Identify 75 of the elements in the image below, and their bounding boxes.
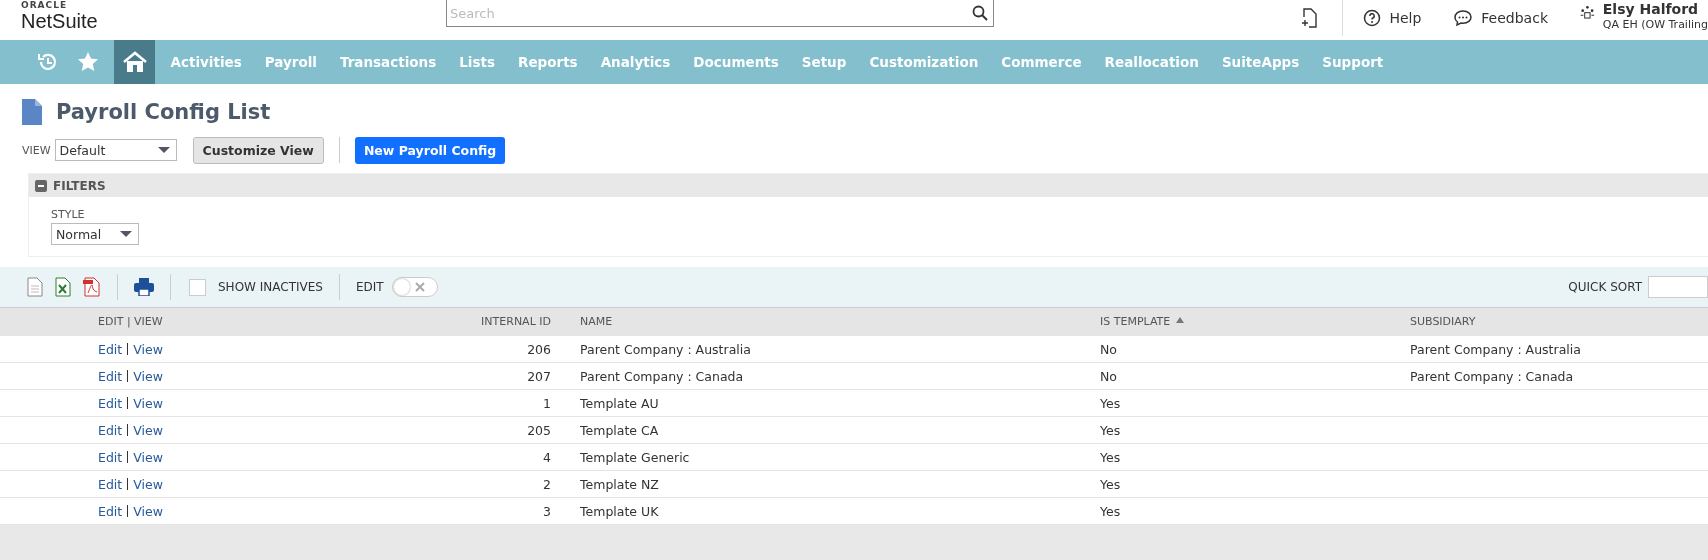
edit-link[interactable]: Edit [98, 503, 123, 519]
view-link[interactable]: View [133, 395, 163, 411]
table-cell-text: 3 [542, 503, 551, 519]
edit-link[interactable]: Edit [98, 341, 123, 357]
table-cell-text: No [1100, 368, 1118, 384]
new-record-icon[interactable] [1301, 8, 1318, 28]
table-cell-text: Template CA [580, 422, 660, 438]
new-payroll-config-button[interactable]: New Payroll Config [354, 136, 506, 164]
quick-sort-field[interactable] [1648, 276, 1708, 298]
edit-link[interactable]: Edit [98, 368, 123, 384]
print-icon[interactable] [134, 278, 154, 296]
table-cell-text: 207 [526, 368, 551, 384]
table-cell-text: Parent Company : Australia [580, 341, 752, 357]
x-icon [414, 282, 425, 292]
column-header[interactable]: EDIT | VIEW [98, 315, 196, 328]
table-cell-text: Template Generic [580, 449, 691, 465]
view-link[interactable]: View [133, 503, 163, 519]
customize-view-button[interactable]: Customize View [192, 136, 324, 164]
document-icon [22, 99, 42, 125]
table-cell-text: Template NZ [580, 476, 660, 492]
home-icon[interactable] [114, 40, 155, 84]
netsuite-logo-text: NetSuite [21, 10, 99, 32]
speech-bubble-icon [1453, 9, 1474, 27]
edit-toggle[interactable] [391, 277, 438, 297]
show-inactives-checkbox[interactable] [189, 278, 206, 296]
table-cell-text: Yes [1100, 449, 1122, 465]
collapse-icon[interactable] [35, 179, 47, 192]
table-cell-text: 4 [542, 449, 551, 465]
view-link[interactable]: View [133, 476, 163, 492]
help-icon [1363, 9, 1382, 27]
table-cell-text: 2 [542, 476, 551, 492]
view-label: VIEW [22, 143, 51, 157]
oracle-logo-text: ORACLE [21, 0, 69, 10]
table-cell-text: Template AU [580, 395, 660, 411]
quick-sort-label: QUICK SORT [1568, 280, 1642, 294]
column-header[interactable]: SUBSIDIARY [1410, 315, 1690, 328]
edit-link[interactable]: Edit [98, 395, 123, 411]
edit-toggle-label: EDIT [355, 280, 384, 294]
style-label: STYLE [51, 208, 86, 221]
page-title: Payroll Config List [56, 100, 271, 124]
table-cell-text: 1 [542, 395, 551, 411]
spreadsheet-export-icon[interactable] [55, 277, 71, 297]
table-cell-text: Parent Company : Canada [580, 368, 745, 384]
table-cell-text: Yes [1100, 503, 1122, 519]
column-header[interactable]: IS TEMPLATE [1100, 315, 1410, 328]
table-cell-text: Parent Company : Australia [1410, 341, 1582, 357]
table-cell-text: Yes [1100, 422, 1122, 438]
table-cell-text: 206 [526, 341, 551, 357]
user-role[interactable]: QA EH (OW Trailing [1602, 17, 1708, 32]
edit-link[interactable]: Edit [98, 449, 123, 465]
column-header[interactable]: NAME [580, 315, 1100, 328]
show-inactives-label: SHOW INACTIVES [218, 280, 323, 294]
feedback-link[interactable]: Feedback [1453, 9, 1548, 27]
help-link[interactable]: Help [1363, 9, 1422, 27]
table-cell-text: Yes [1100, 395, 1122, 411]
style-dropdown[interactable]: Normal [51, 223, 139, 245]
pdf-export-icon[interactable] [83, 277, 101, 297]
table-cell-text: 205 [526, 422, 551, 438]
search-icon [972, 5, 988, 21]
table-cell-text: Template UK [580, 503, 660, 519]
table-cell-text: Parent Company : Canada [1410, 368, 1575, 384]
document-export-icon[interactable] [27, 277, 43, 297]
view-link[interactable]: View [133, 341, 163, 357]
table-cell-text: Yes [1100, 476, 1122, 492]
column-header[interactable]: INTERNAL ID [196, 315, 551, 328]
view-dropdown[interactable]: Default [54, 139, 177, 161]
edit-link[interactable]: Edit [98, 422, 123, 438]
search-field[interactable]: Search [446, 0, 994, 27]
filters-title[interactable]: FILTERS [53, 178, 106, 193]
view-link[interactable]: View [133, 449, 163, 465]
user-name[interactable]: Elsy Halford [1602, 0, 1708, 18]
edit-link[interactable]: Edit [98, 476, 123, 492]
table-cell-text: No [1100, 341, 1118, 357]
view-link[interactable]: View [133, 422, 163, 438]
view-link[interactable]: View [133, 368, 163, 384]
